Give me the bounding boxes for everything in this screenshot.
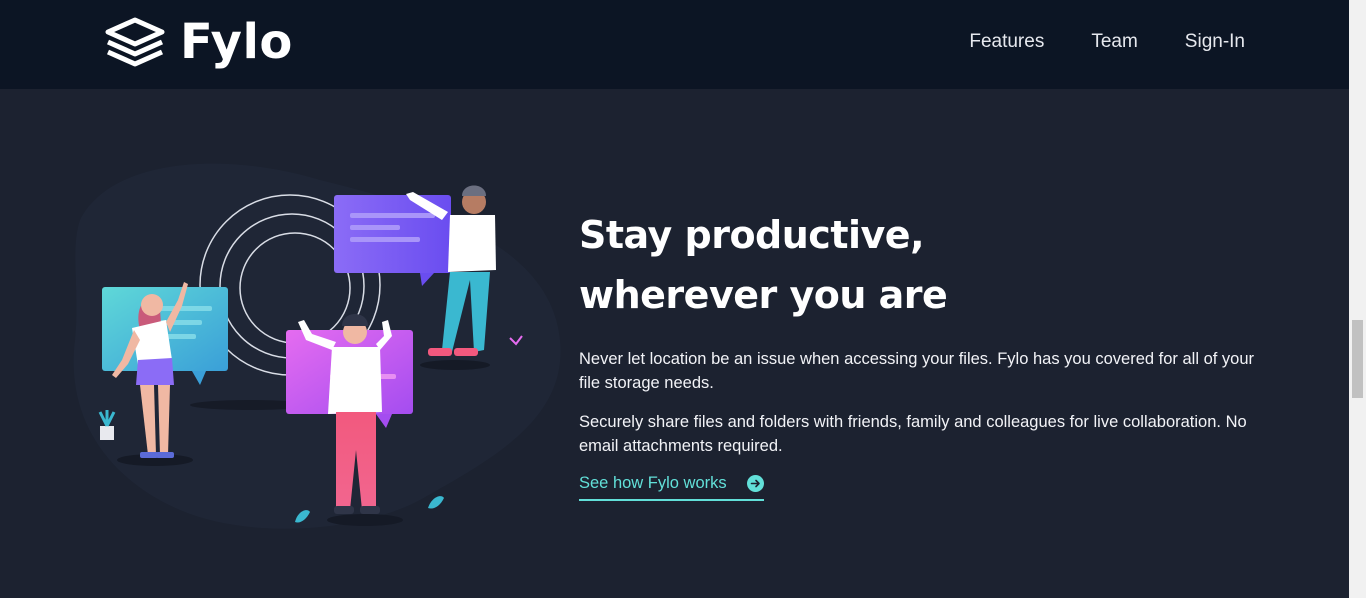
site-header: Fylo Features Team Sign-In	[0, 0, 1349, 89]
nav-features-link[interactable]: Features	[969, 31, 1044, 53]
hero-headline: Stay productive, wherever you are	[579, 205, 1269, 325]
stacked-layers-icon	[105, 17, 165, 67]
nav-sign-in-link[interactable]: Sign-In	[1185, 31, 1245, 53]
brand-name: Fylo	[180, 14, 293, 70]
scrollbar-thumb[interactable]	[1352, 320, 1363, 398]
headline-line-1: Stay productive,	[579, 213, 925, 257]
hero-paragraph-1: Never let location be an issue when acce…	[579, 350, 1255, 392]
page: Fylo Features Team Sign-In Stay producti…	[0, 0, 1349, 598]
nav-team-link[interactable]: Team	[1091, 31, 1137, 53]
productive-illustration	[73, 163, 561, 529]
cta-label: See how Fylo works	[579, 474, 727, 492]
main-nav: Features Team Sign-In	[969, 31, 1245, 53]
vertical-scrollbar[interactable]	[1349, 0, 1366, 598]
logo[interactable]: Fylo	[104, 16, 293, 68]
hero-content: Stay productive, wherever you are Never …	[579, 205, 1269, 501]
see-how-fylo-works-link[interactable]: See how Fylo works	[579, 474, 764, 501]
arrow-circle-right-icon	[746, 475, 764, 492]
hero-paragraph-2: Securely share files and folders with fr…	[579, 413, 1247, 455]
headline-line-2: wherever you are	[579, 273, 948, 317]
